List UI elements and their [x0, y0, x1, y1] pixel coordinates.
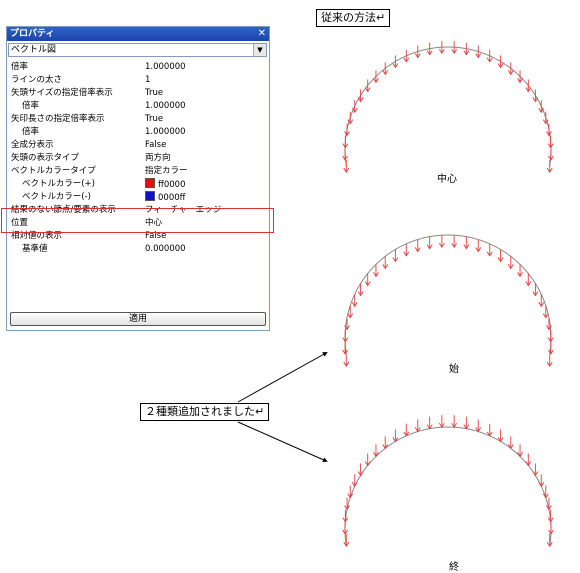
- vector-arrow: [546, 123, 552, 137]
- vector-figures: [237, 41, 554, 547]
- vector-figure-start: [342, 234, 554, 367]
- vector-arrow: [538, 474, 545, 488]
- vector-arrow: [548, 341, 554, 355]
- vector-arrow: [546, 160, 553, 173]
- arc-line: [344, 46, 552, 167]
- vector-arrow: [463, 416, 470, 430]
- vector-arrow: [382, 62, 389, 76]
- pointer-arrow-start: [237, 352, 328, 403]
- vector-arrow: [414, 239, 421, 253]
- vector-arrow: [525, 79, 532, 93]
- vector-arrow: [357, 283, 364, 297]
- vector-arrow: [538, 294, 545, 308]
- vector-arrow: [451, 235, 458, 249]
- vector-arrow: [438, 235, 445, 249]
- vector-arrow: [357, 89, 364, 103]
- vector-arrow: [451, 415, 458, 429]
- vector-arrow: [497, 249, 504, 263]
- vector-arrow: [517, 70, 523, 84]
- vector-arrow: [463, 236, 470, 250]
- arc-line: [344, 234, 552, 355]
- vector-arrow: [342, 329, 349, 343]
- vector-figure-end: [342, 415, 554, 547]
- vector-arrow: [547, 329, 554, 343]
- vector-arrow: [343, 534, 350, 547]
- vector-arrow: [343, 160, 350, 173]
- vector-arrow: [497, 429, 504, 443]
- vector-arrow: [486, 243, 493, 257]
- vector-arrow: [403, 49, 410, 63]
- vector-arrow: [414, 45, 421, 59]
- vector-arrow: [414, 419, 421, 433]
- vector-arrow: [403, 243, 410, 257]
- vector-arrow: [351, 294, 358, 308]
- vector-arrow: [475, 45, 482, 59]
- pointer-arrow-end: [237, 421, 328, 463]
- vector-arrow: [438, 415, 445, 429]
- vector-arrow: [532, 463, 539, 477]
- vector-arrow: [343, 354, 350, 367]
- vector-arrow: [357, 463, 364, 477]
- vector-arrow: [475, 239, 482, 253]
- vector-arrow: [507, 62, 514, 76]
- vector-arrow: [351, 474, 358, 488]
- vector-arrow: [342, 135, 349, 149]
- vector-arrow: [486, 423, 493, 437]
- vector-arrow: [392, 55, 399, 69]
- vector-arrow: [532, 283, 539, 297]
- vector-arrow: [364, 79, 371, 93]
- vector-arrow: [392, 249, 399, 263]
- vector-arrow: [373, 70, 379, 84]
- vector-arrow: [497, 55, 504, 69]
- vector-arrow: [546, 354, 553, 367]
- vector-arrow: [548, 521, 554, 535]
- vector-arrow: [548, 147, 554, 161]
- vector-arrow: [403, 423, 410, 437]
- vector-arrow: [342, 521, 348, 535]
- vector-arrow: [486, 49, 493, 63]
- vector-arrow: [475, 419, 482, 433]
- vector-arrow: [426, 236, 433, 250]
- vector-arrow: [547, 135, 554, 149]
- vector-arrow: [426, 416, 433, 430]
- vector-figure-center: [342, 41, 554, 173]
- vector-arrow: [532, 89, 539, 103]
- vector-arrow: [392, 429, 399, 443]
- vector-arrow: [546, 534, 553, 547]
- vector-arrow: [342, 147, 348, 161]
- vector-arrow: [342, 341, 348, 355]
- vector-arrow: [344, 123, 350, 137]
